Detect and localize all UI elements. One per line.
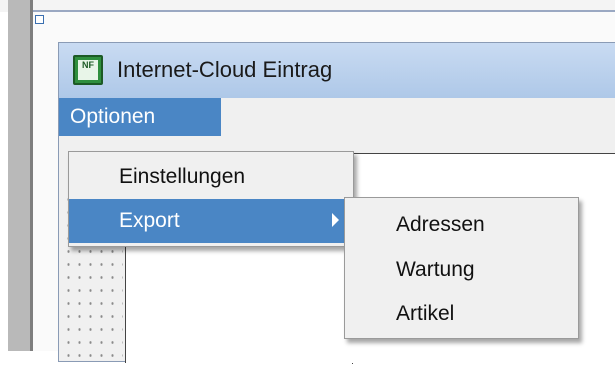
menu-item-export[interactable]: Export (69, 199, 353, 243)
submenu-arrow-icon (332, 213, 339, 227)
menu-item-einstellungen[interactable]: Einstellungen (69, 155, 353, 199)
selection-handle[interactable] (35, 15, 44, 24)
window-title: Internet-Cloud Eintrag (117, 57, 333, 82)
menu-optionen[interactable]: Optionen (59, 98, 221, 136)
partial-heading-text (374, 343, 574, 373)
menu-bar: Optionen (59, 98, 615, 136)
submenu-item-artikel[interactable]: Artikel (345, 292, 578, 336)
menu-item-export-label: Export (119, 209, 180, 232)
submenu-item-adressen[interactable]: Adressen (345, 203, 578, 247)
optionen-dropdown-menu: Einstellungen Export (68, 151, 354, 247)
export-submenu: Adressen Wartung Artikel (344, 197, 579, 339)
window-titlebar[interactable]: NF Internet-Cloud Eintrag (59, 43, 615, 98)
designer-left-bar (8, 0, 32, 351)
app-icon-text: NF (78, 60, 98, 80)
submenu-item-wartung[interactable]: Wartung (345, 248, 578, 292)
app-form-icon: NF (73, 55, 103, 85)
